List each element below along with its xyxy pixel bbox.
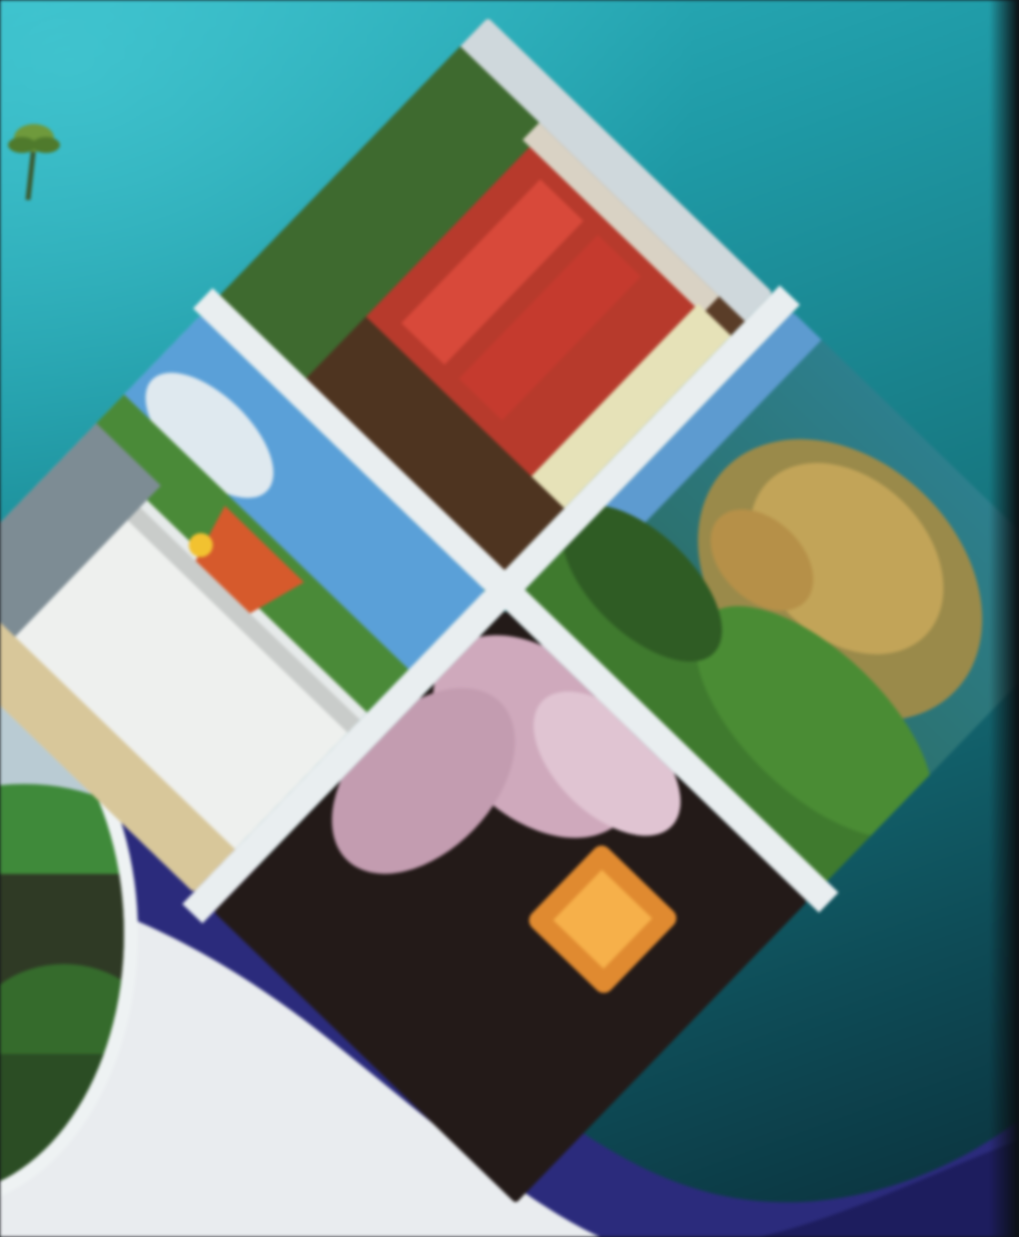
table-edge [989, 0, 1019, 1237]
brochure-photo [0, 0, 1019, 1237]
